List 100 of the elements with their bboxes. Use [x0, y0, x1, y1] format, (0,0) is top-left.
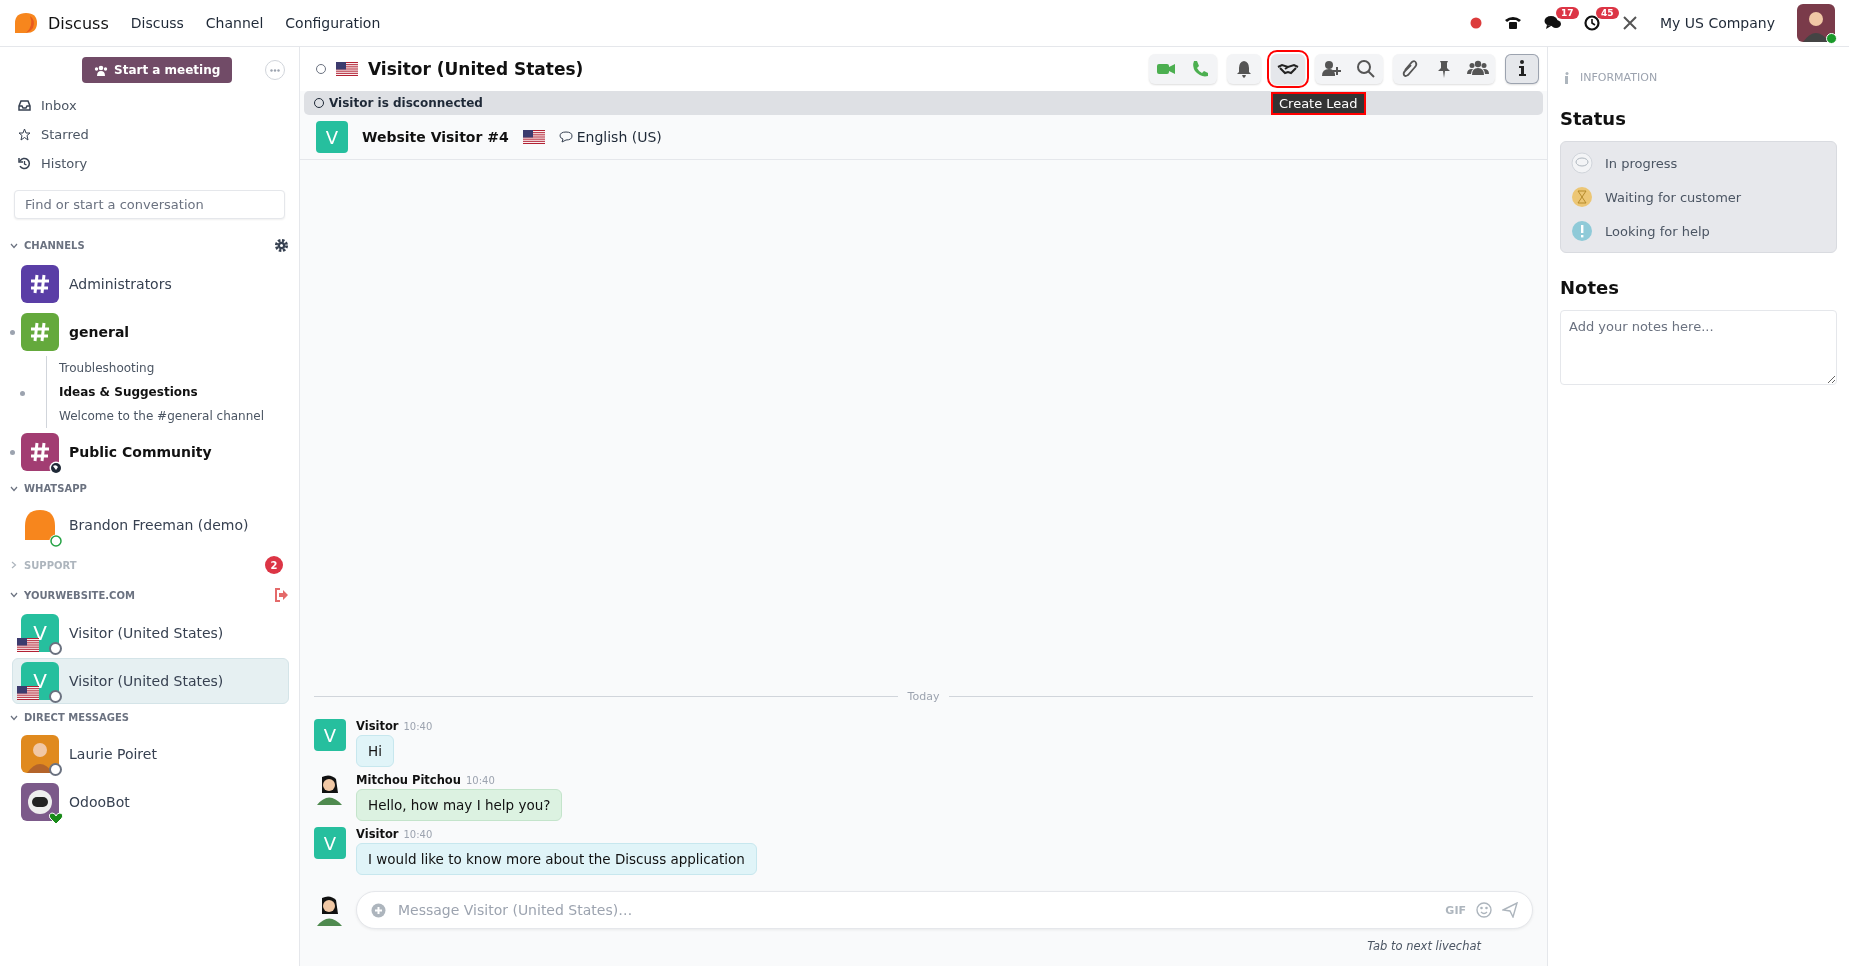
- settings-icon[interactable]: [274, 238, 289, 253]
- clock-icon[interactable]: [1584, 15, 1600, 31]
- exclamation-icon: [1571, 220, 1593, 242]
- search-field[interactable]: Find or start a conversation: [14, 190, 285, 219]
- status-option[interactable]: Waiting for customer: [1605, 189, 1742, 205]
- section-header: INFORMATION: [1580, 71, 1658, 84]
- info-icon: [1564, 71, 1570, 84]
- status-option[interactable]: Looking for help: [1605, 223, 1710, 239]
- unread-count: 2: [265, 556, 283, 574]
- menu-item[interactable]: Discuss: [130, 15, 184, 31]
- start-meeting-button[interactable]: Start a meeting: [82, 57, 233, 83]
- history-icon: [18, 157, 31, 170]
- sub-thread-item[interactable]: Troubleshooting: [47, 356, 291, 380]
- visitor-avatar: V: [314, 719, 346, 751]
- star-icon: [18, 128, 31, 141]
- phone-icon[interactable]: [1504, 15, 1522, 31]
- add-user-icon: [1322, 61, 1341, 76]
- user-avatar: [21, 735, 59, 773]
- chevron-down-icon[interactable]: [10, 591, 18, 599]
- app-name: Discuss: [48, 13, 109, 33]
- notification-count: 45: [1596, 7, 1619, 19]
- conversation-item[interactable]: Brandon Freeman (demo): [12, 502, 289, 548]
- menu-item[interactable]: Channel: [205, 15, 264, 31]
- hash-icon: [29, 273, 51, 295]
- paperclip-icon: [1402, 60, 1418, 77]
- conversation-item[interactable]: V Visitor (United States): [12, 658, 289, 704]
- conversation-item[interactable]: Laurie Poiret: [12, 731, 289, 777]
- sub-thread-item[interactable]: Welcome to the #general channel: [47, 404, 291, 428]
- nav-item[interactable]: Starred: [8, 120, 291, 149]
- section-header[interactable]: DIRECT MESSAGES: [24, 712, 289, 723]
- chevron-down-icon[interactable]: [10, 484, 18, 493]
- message-bubble: Hi: [356, 735, 394, 767]
- message-time: 10:40: [403, 829, 433, 840]
- conversation-item[interactable]: V Visitor (United States): [12, 610, 289, 656]
- hash-icon: [29, 321, 51, 343]
- section-header[interactable]: CHANNELS: [24, 240, 268, 251]
- conversation-item[interactable]: Administrators: [12, 261, 289, 307]
- thread-title: Visitor (United States): [368, 59, 584, 79]
- bell-icon: [1237, 61, 1251, 78]
- menu-item[interactable]: Configuration: [285, 15, 381, 31]
- user-avatar: [1797, 4, 1835, 42]
- conversation-item[interactable]: OdooBot: [12, 779, 289, 825]
- visitor-avatar: V: [314, 827, 346, 859]
- message-author: Visitor: [356, 719, 399, 733]
- info-icon: [1519, 60, 1526, 76]
- video-camera-icon: [1157, 64, 1175, 74]
- notes-field[interactable]: Add your notes here...: [1560, 310, 1837, 385]
- visitor-name: Website Visitor #4: [362, 129, 509, 145]
- speech-bubble-icon: [558, 131, 573, 143]
- chat-icon[interactable]: [1544, 15, 1562, 31]
- tooltip: Create Lead: [1271, 92, 1366, 115]
- message-bubble: Hello, how may I help you?: [356, 789, 563, 821]
- conversation-item[interactable]: Public Community: [12, 429, 289, 475]
- speech-bubble-icon: [1571, 152, 1593, 174]
- sub-thread-item[interactable]: Ideas & Suggestions: [47, 380, 291, 404]
- flag-icon: [336, 62, 358, 76]
- section-title: Status: [1560, 108, 1627, 129]
- flag-icon: [17, 686, 39, 700]
- visitor-avatar: V: [316, 121, 348, 153]
- section-header[interactable]: YOURWEBSITE.COM: [24, 589, 268, 601]
- message-time: 10:40: [403, 721, 433, 732]
- message-author: Visitor: [356, 827, 399, 841]
- handshake-icon: [1277, 63, 1299, 75]
- conversation-item[interactable]: general: [12, 309, 289, 355]
- phone-icon: [1193, 61, 1208, 77]
- whatsapp-icon: [49, 534, 63, 548]
- section-title: Notes: [1560, 277, 1620, 298]
- keyboard-hint: Tab to next livechat: [1366, 938, 1483, 955]
- notification-count: 17: [1556, 7, 1579, 19]
- unread-dot: [20, 391, 25, 396]
- tools-icon[interactable]: [1622, 15, 1638, 31]
- search-icon: [1357, 60, 1375, 78]
- users-icon: [94, 64, 108, 76]
- app-logo-icon[interactable]: [14, 12, 38, 34]
- company-name[interactable]: My US Company: [1660, 15, 1775, 31]
- chevron-down-icon[interactable]: [10, 241, 18, 250]
- robot-avatar: [21, 783, 59, 821]
- toolbar-button[interactable]: [1505, 54, 1539, 84]
- hourglass-icon: [1571, 186, 1593, 208]
- record-icon[interactable]: [1470, 17, 1482, 29]
- section-header[interactable]: WHATSAPP: [24, 483, 289, 494]
- unread-dot: [10, 449, 15, 455]
- status-option[interactable]: In progress: [1605, 155, 1678, 171]
- nav-item[interactable]: History: [8, 149, 291, 178]
- message-author: Mitchou Pitchou: [356, 773, 461, 787]
- visitor-language: English (US): [576, 129, 662, 145]
- message-bubble: I would like to know more about the Discuss application: [356, 843, 757, 875]
- hash-icon: [29, 441, 51, 463]
- chevron-down-icon[interactable]: [10, 713, 18, 722]
- users-icon: [1467, 60, 1489, 75]
- flag-icon: [17, 638, 39, 652]
- nav-item[interactable]: Inbox: [8, 91, 291, 120]
- leave-icon[interactable]: [274, 588, 289, 602]
- unread-dot: [10, 329, 15, 335]
- message-time: 10:40: [465, 775, 495, 786]
- flag-icon: [522, 130, 545, 144]
- online-status-icon: [1826, 33, 1837, 44]
- date-separator: Today: [907, 689, 940, 703]
- inbox-icon: [18, 100, 31, 111]
- pin-icon: [1438, 61, 1450, 78]
